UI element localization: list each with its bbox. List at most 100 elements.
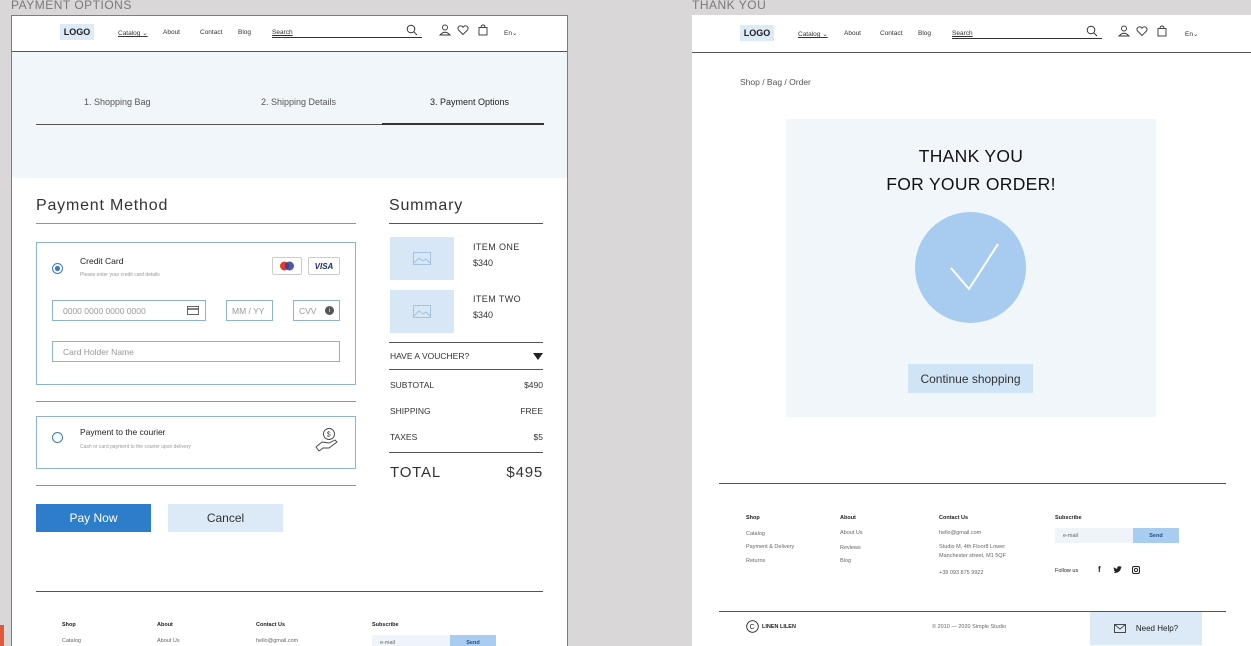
subtotal-label: SUBTOTAL [390,380,435,390]
mail-icon [1113,624,1126,633]
bag-icon[interactable] [477,24,489,36]
footer-link-about-us[interactable]: About Us [157,638,180,644]
facebook-icon[interactable]: f [1098,565,1101,574]
breadcrumb[interactable]: Shop / Bag / Order [740,77,811,87]
thank-you-artboard: LOGO Catalog ⌄ About Contact Blog Search… [692,15,1251,646]
pay-now-button[interactable]: Pay Now [36,504,151,532]
thank-you-heading: THANK YOU [918,146,1024,166]
cancel-button[interactable]: Cancel [168,504,283,532]
search-icon[interactable] [406,24,418,36]
top-nav: LOGO Catalog ⌄ About Contact Blog Search… [12,16,567,52]
cvv-input[interactable]: CVV i [293,300,340,321]
nav-blog[interactable]: Blog [238,29,251,36]
search-underline [272,37,422,38]
nav-catalog[interactable]: Catalog ⌄ [118,29,148,37]
triangle-down-icon[interactable] [533,353,543,360]
summary-divider [389,452,543,453]
footer-email-input[interactable]: e-mail [1055,528,1133,543]
step-payment-options[interactable]: 3. Payment Options [430,97,509,107]
steps-active-indicator [382,123,544,125]
frame-label-payment: PAYMENT OPTIONS [11,0,132,12]
search-input[interactable]: Search [272,29,293,36]
footer-link-about-us[interactable]: About Us [840,530,863,536]
footer-shop-heading: Shop [746,515,760,521]
svg-text:C: C [750,624,755,631]
footer-email[interactable]: hello@gmail.com [256,638,298,644]
thank-you-panel: THANK YOU FOR YOUR ORDER! Continue shopp… [786,119,1156,417]
footer-link-returns[interactable]: Returns [746,558,765,564]
footer-contact-heading: Contact Us [939,515,969,521]
option-divider-2 [36,485,356,486]
courier-radio[interactable] [52,432,63,443]
footer-email-input[interactable]: e-mail [372,635,450,646]
heart-icon[interactable] [457,24,469,36]
need-help-button[interactable]: Need Help? [1090,612,1202,645]
voucher-toggle[interactable]: HAVE A VOUCHER? [390,351,469,361]
nav-contact[interactable]: Contact [880,30,902,37]
item-name: ITEM TWO [473,294,522,304]
logo[interactable]: LOGO [740,25,774,41]
nav-blog[interactable]: Blog [918,30,931,37]
footer-copyright: © 2010 — 2020 Simple Studio [932,624,1007,630]
courier-hint: Cash or card payment to the courier upon… [80,444,191,450]
heart-icon[interactable] [1136,25,1148,37]
footer-email[interactable]: hello@gmail.com [939,530,981,536]
bag-icon[interactable] [1156,25,1168,37]
credit-card-radio[interactable] [52,263,63,274]
search-input[interactable]: Search [952,30,973,37]
image-icon [413,305,431,318]
language-label: En [1185,31,1193,38]
user-icon[interactable] [1118,25,1130,37]
expiry-input[interactable]: MM / YY [226,300,273,321]
logo[interactable]: LOGO [60,24,94,40]
twitter-icon[interactable] [1113,566,1122,574]
language-selector[interactable]: En⌄ [1185,30,1198,38]
total-label: TOTAL [390,464,441,481]
user-icon[interactable] [439,24,451,36]
checkout-steps: 1. Shopping Bag 2. Shipping Details 3. P… [12,52,567,178]
brand-c-icon: C [746,620,759,633]
info-icon: i [325,306,334,315]
thank-you-subheading: FOR YOUR ORDER! [886,174,1056,194]
summary-title-divider [389,223,543,224]
chevron-down-icon: ⌄ [1192,31,1199,38]
card-number-input[interactable]: 0000 0000 0000 0000 [52,300,206,321]
continue-shopping-button[interactable]: Continue shopping [908,364,1033,393]
step-shipping-details[interactable]: 2. Shipping Details [261,97,336,107]
payment-options-artboard: LOGO Catalog ⌄ About Contact Blog Search… [11,15,568,646]
footer-phone[interactable]: +38 093 875 9922 [939,570,984,576]
nav-about[interactable]: About [163,29,180,36]
footer-link-reviews[interactable]: Reviews [840,545,861,551]
footer-brand[interactable]: LINEN LILEN [762,624,796,630]
search-icon[interactable] [1086,25,1098,37]
footer-link-catalog[interactable]: Catalog [62,638,81,644]
follow-us-label: Follow us [1055,568,1079,574]
nav-catalog[interactable]: Catalog ⌄ [798,30,828,38]
visa-icon: VISA [308,257,340,275]
nav-divider [692,52,1251,53]
shipping-value: FREE [520,406,543,416]
footer-link-catalog[interactable]: Catalog [746,531,765,537]
mastercard-icon [272,257,302,275]
step-shopping-bag[interactable]: 1. Shopping Bag [84,97,151,107]
nav-catalog-label: Catalog [118,30,141,37]
image-icon [413,252,431,265]
item-name: ITEM ONE [473,242,520,252]
footer-shop-heading: Shop [62,622,76,628]
footer-link-payment-delivery[interactable]: Payment & Delivery [746,544,794,550]
taxes-label: TAXES [390,432,418,442]
footer-link-blog[interactable]: Blog [840,558,851,564]
instagram-icon[interactable] [1132,566,1140,574]
summary-divider [389,342,543,343]
courier-option[interactable]: Payment to the courier Cash or card paym… [36,416,356,469]
card-holder-input[interactable]: Card Holder Name [52,341,340,362]
top-nav: LOGO Catalog ⌄ About Contact Blog Search… [692,15,1251,53]
nav-about[interactable]: About [844,30,861,37]
credit-card-option[interactable]: Credit Card Please enter your credit car… [36,242,356,385]
footer-send-button[interactable]: Send [1133,528,1179,543]
language-selector[interactable]: En⌄ [504,29,517,37]
frame-label-thankyou: THANK YOU [692,0,767,12]
footer-send-button[interactable]: Send [450,635,496,646]
success-circle [915,212,1026,323]
nav-contact[interactable]: Contact [200,29,222,36]
